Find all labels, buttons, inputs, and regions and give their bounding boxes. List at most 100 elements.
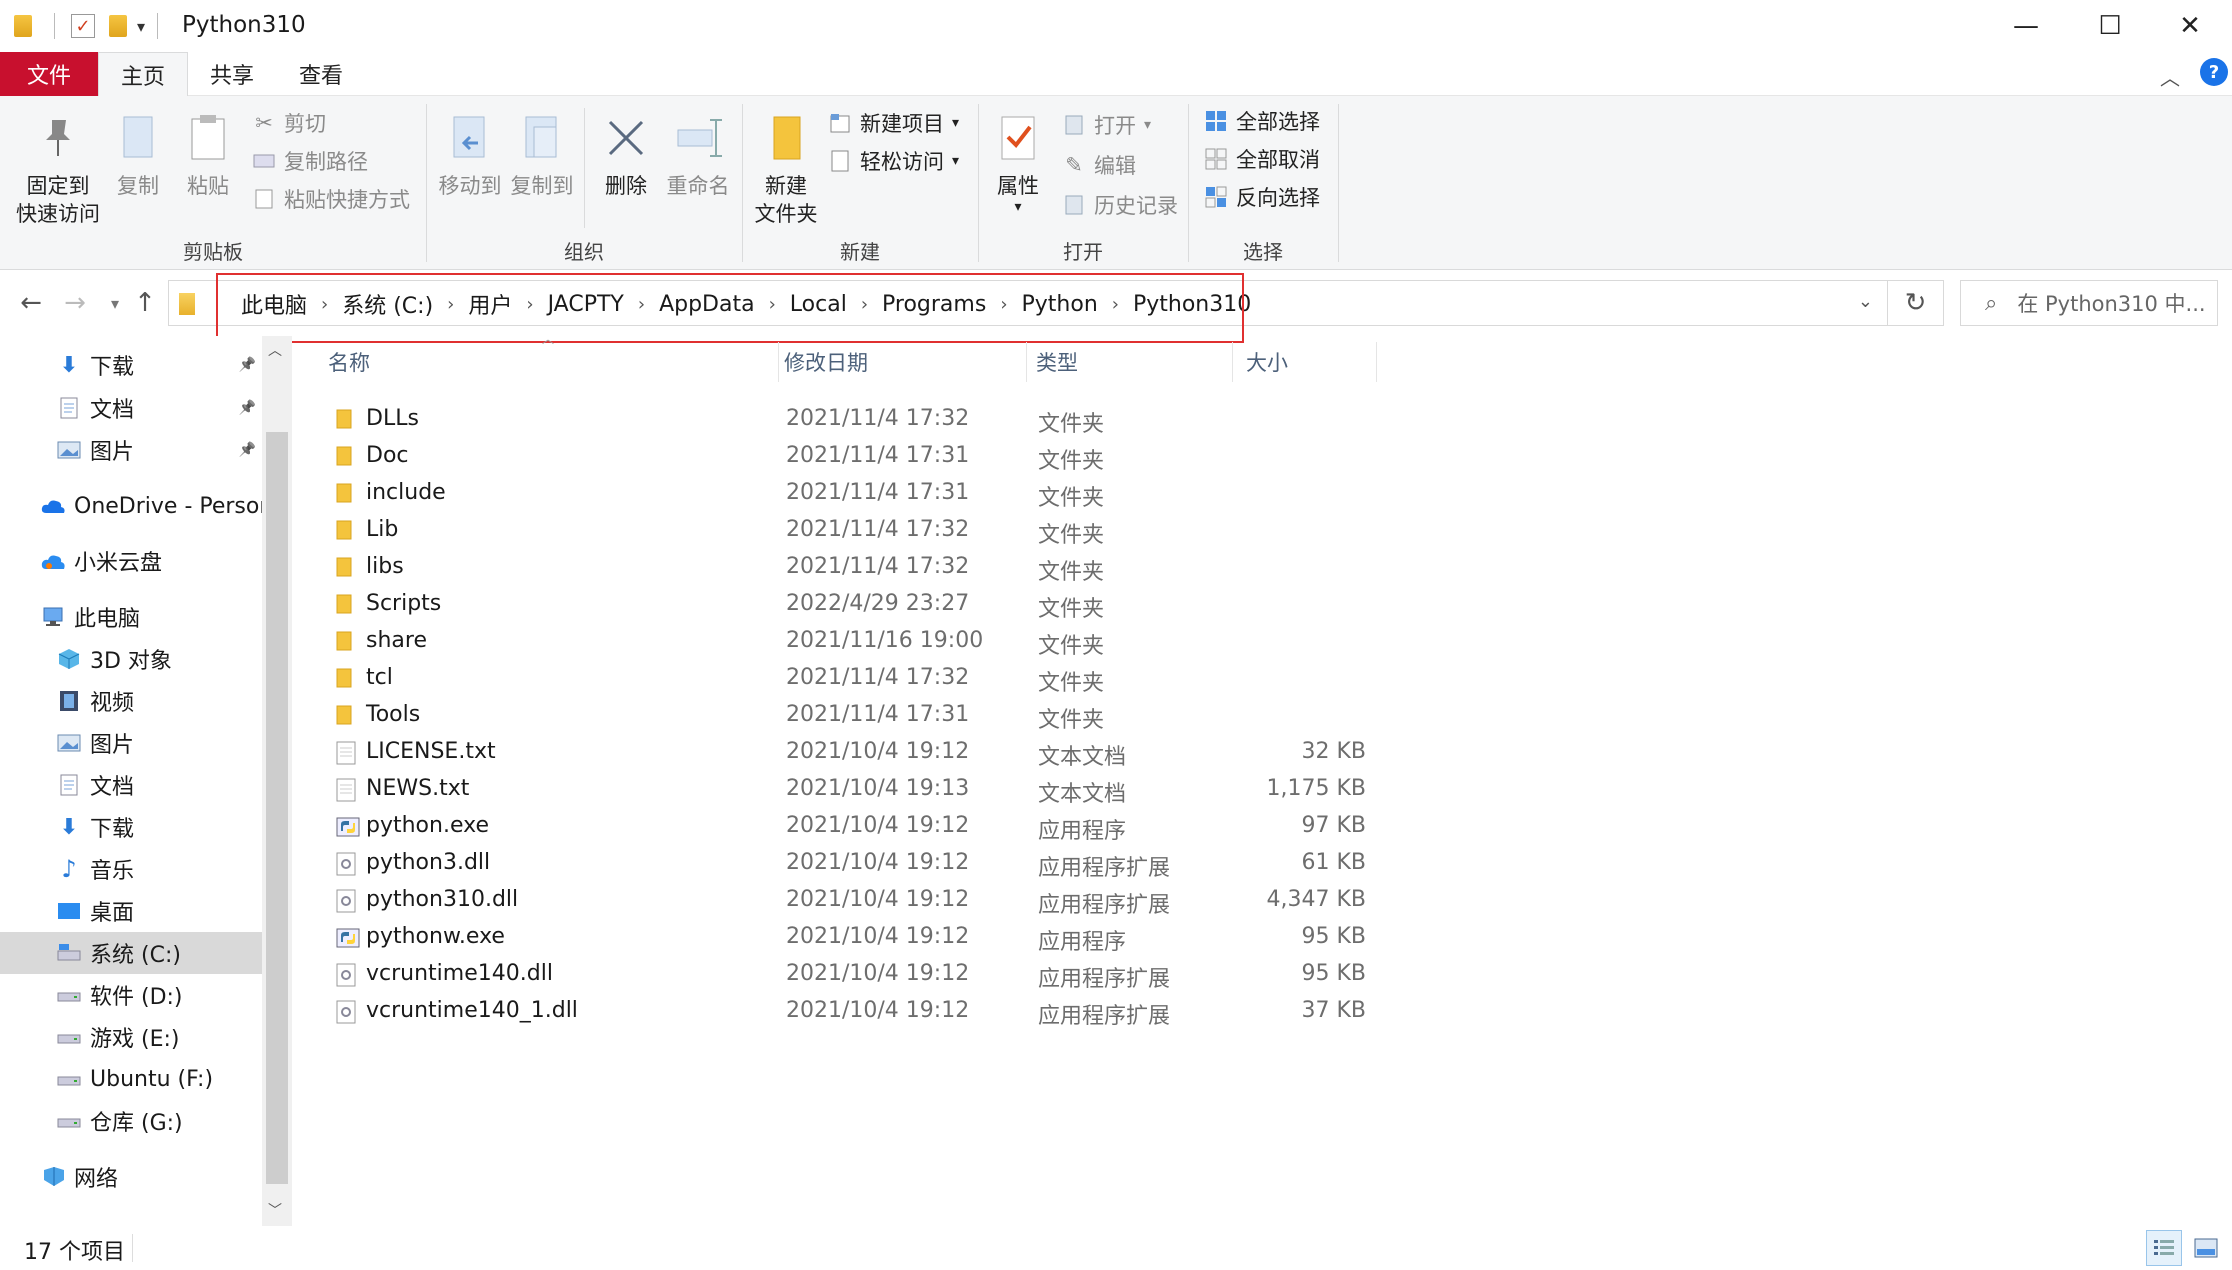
rename-button[interactable]: 重命名 xyxy=(660,110,736,200)
open-button[interactable]: 打开 ▾ xyxy=(1062,108,1151,142)
minimize-button[interactable]: — xyxy=(1984,0,2068,52)
pin-quick-access-button[interactable]: 固定到 快速访问 xyxy=(10,110,106,228)
sidebar-item[interactable]: 桌面 xyxy=(0,890,262,932)
file-row[interactable]: pythonw.exe 2021/10/4 19:12 应用程序 95 KB xyxy=(326,920,1686,957)
sidebar-item[interactable]: ⬇ 下载 xyxy=(0,806,262,848)
properties-check-icon[interactable]: ✓ xyxy=(71,14,95,38)
tab-view[interactable]: 查看 xyxy=(276,52,366,96)
sidebar-item[interactable]: OneDrive - Person xyxy=(0,485,262,527)
sidebar-item[interactable]: 系统 (C:) xyxy=(0,932,262,974)
sidebar-item[interactable]: 小米云盘 xyxy=(0,540,262,582)
help-icon[interactable]: ? xyxy=(2200,58,2228,86)
sidebar-item[interactable]: 文档 xyxy=(0,764,262,806)
copy-to-button[interactable]: 复制到 xyxy=(506,110,578,200)
file-row[interactable]: python310.dll 2021/10/4 19:12 应用程序扩展 4,347 … xyxy=(326,883,1686,920)
sidebar-item[interactable]: 游戏 (E:) xyxy=(0,1016,262,1058)
collapse-ribbon-icon[interactable]: ︿ xyxy=(2160,62,2180,91)
sidebar-item[interactable]: 此电脑 xyxy=(0,596,262,638)
column-header-date[interactable]: 修改日期 xyxy=(784,336,868,388)
refresh-icon[interactable]: ↻ xyxy=(1888,280,1944,326)
copy-path-button[interactable]: 复制路径 xyxy=(252,144,368,178)
file-row[interactable]: LICENSE.txt 2021/10/4 19:12 文本文档 32 KB xyxy=(326,735,1686,772)
sidebar-item[interactable]: ♪ 音乐 xyxy=(0,848,262,890)
maximize-button[interactable]: ☐ xyxy=(2068,0,2152,52)
dropdown-icon: ▾ xyxy=(1144,117,1152,133)
file-row[interactable]: vcruntime140.dll 2021/10/4 19:12 应用程序扩展 95 … xyxy=(326,957,1686,994)
search-input[interactable]: ⌕ 在 Python310 中... xyxy=(1960,280,2218,326)
sidebar-item[interactable]: 图片 📌 xyxy=(0,429,262,471)
details-view-button[interactable] xyxy=(2146,1230,2182,1266)
file-size: 1,175 KB xyxy=(1266,776,1367,801)
file-row[interactable]: python3.dll 2021/10/4 19:12 应用程序扩展 61 KB xyxy=(326,846,1686,883)
pin-icon[interactable]: 📌 xyxy=(239,442,256,458)
select-all-button[interactable]: 全部选择 xyxy=(1204,104,1320,138)
close-button[interactable]: ✕ xyxy=(2148,0,2232,52)
copy-to-label: 复制到 xyxy=(510,174,574,198)
file-row[interactable]: vcruntime140_1.dll 2021/10/4 19:12 应用程序扩展 3… xyxy=(326,994,1686,1031)
new-folder-icon[interactable] xyxy=(109,15,127,37)
sidebar-item-label: 下载 xyxy=(90,355,135,380)
file-date: 2021/10/4 19:12 xyxy=(786,998,970,1023)
sidebar-item[interactable]: 文档 📌 xyxy=(0,387,262,429)
file-row[interactable]: NEWS.txt 2021/10/4 19:13 文本文档 1,175 KB xyxy=(326,772,1686,809)
scroll-up-icon[interactable]: ︿ xyxy=(268,340,282,360)
up-arrow-icon[interactable]: ↑ xyxy=(126,284,164,322)
file-row[interactable]: python.exe 2021/10/4 19:12 应用程序 97 KB xyxy=(326,809,1686,846)
pin-icon[interactable]: 📌 xyxy=(239,357,256,373)
easy-access-button[interactable]: 轻松访问 ▾ xyxy=(828,144,959,178)
file-type: 应用程序扩展 xyxy=(1038,967,1171,992)
delete-button[interactable]: 删除 xyxy=(594,110,658,200)
paste-shortcut-button[interactable]: 粘贴快捷方式 xyxy=(252,182,410,216)
address-dropdown-chevron-icon[interactable]: ⌄ xyxy=(1858,291,1873,312)
new-item-button[interactable]: 新建项目 ▾ xyxy=(828,106,959,140)
file-row[interactable]: tcl 2021/11/4 17:32 文件夹 xyxy=(326,661,1686,698)
sidebar-item[interactable]: ⬇ 下载 📌 xyxy=(0,344,262,386)
invert-selection-button[interactable]: 反向选择 xyxy=(1204,180,1320,214)
tab-share[interactable]: 共享 xyxy=(188,52,276,96)
scroll-down-icon[interactable]: ﹀ xyxy=(268,1200,282,1220)
sidebar-item[interactable]: 仓库 (G:) xyxy=(0,1100,262,1142)
file-row[interactable]: Doc 2021/11/4 17:31 文件夹 xyxy=(326,439,1686,476)
sidebar-item[interactable]: 图片 xyxy=(0,722,262,764)
sidebar-item[interactable]: 视频 xyxy=(0,680,262,722)
sidebar-scroll-thumb[interactable] xyxy=(266,432,288,1184)
select-none-button[interactable]: 全部取消 xyxy=(1204,142,1320,176)
customize-dropdown-icon[interactable]: ▾ xyxy=(137,17,145,36)
pin-icon[interactable]: 📌 xyxy=(239,400,256,416)
forward-arrow-icon[interactable]: → xyxy=(56,284,94,322)
large-icons-view-button[interactable] xyxy=(2188,1230,2224,1266)
file-row[interactable]: include 2021/11/4 17:31 文件夹 xyxy=(326,476,1686,513)
file-row[interactable]: Lib 2021/11/4 17:32 文件夹 xyxy=(326,513,1686,550)
new-folder-button[interactable]: 新建 文件夹 xyxy=(748,110,824,228)
copy-button[interactable]: 复制 xyxy=(108,110,168,200)
dll-file-icon xyxy=(336,963,358,987)
sidebar-item-label: 游戏 (E:) xyxy=(90,1027,180,1052)
column-header-type[interactable]: 类型 xyxy=(1036,336,1078,388)
sidebar-item[interactable]: Ubuntu (F:) xyxy=(0,1058,262,1100)
column-header-name[interactable]: 名称 xyxy=(328,336,370,388)
tab-home[interactable]: 主页 xyxy=(98,52,188,96)
sidebar-item[interactable]: 网络 xyxy=(0,1156,262,1198)
move-to-button[interactable]: 移动到 xyxy=(434,110,506,200)
file-size: 4,347 KB xyxy=(1266,887,1367,912)
copy-path-label: 复制路径 xyxy=(284,150,368,174)
file-type: 文件夹 xyxy=(1038,523,1105,548)
file-row[interactable]: libs 2021/11/4 17:32 文件夹 xyxy=(326,550,1686,587)
sidebar-item-label: Ubuntu (F:) xyxy=(90,1066,214,1092)
file-row[interactable]: Tools 2021/11/4 17:31 文件夹 xyxy=(326,698,1686,735)
file-row[interactable]: share 2021/11/16 19:00 文件夹 xyxy=(326,624,1686,661)
edit-button[interactable]: ✎ 编辑 xyxy=(1062,148,1136,182)
file-row[interactable]: Scripts 2022/4/29 23:27 文件夹 xyxy=(326,587,1686,624)
paste-shortcut-icon xyxy=(252,187,276,211)
properties-button[interactable]: 属性 ▾ xyxy=(984,110,1052,214)
sidebar-item[interactable]: 软件 (D:) xyxy=(0,974,262,1016)
tab-file[interactable]: 文件 xyxy=(0,52,98,96)
sidebar-item[interactable]: 3D 对象 xyxy=(0,638,262,680)
file-row[interactable]: DLLs 2021/11/4 17:32 文件夹 xyxy=(326,402,1686,439)
column-header-size[interactable]: 大小 xyxy=(1246,336,1288,388)
history-button[interactable]: 历史记录 xyxy=(1062,188,1178,222)
paste-button[interactable]: 粘贴 xyxy=(178,110,238,200)
sidebar-scrollbar[interactable]: ︿ ﹀ xyxy=(262,336,292,1226)
cut-button[interactable]: ✂ 剪切 xyxy=(252,106,326,140)
back-arrow-icon[interactable]: ← xyxy=(12,284,50,322)
